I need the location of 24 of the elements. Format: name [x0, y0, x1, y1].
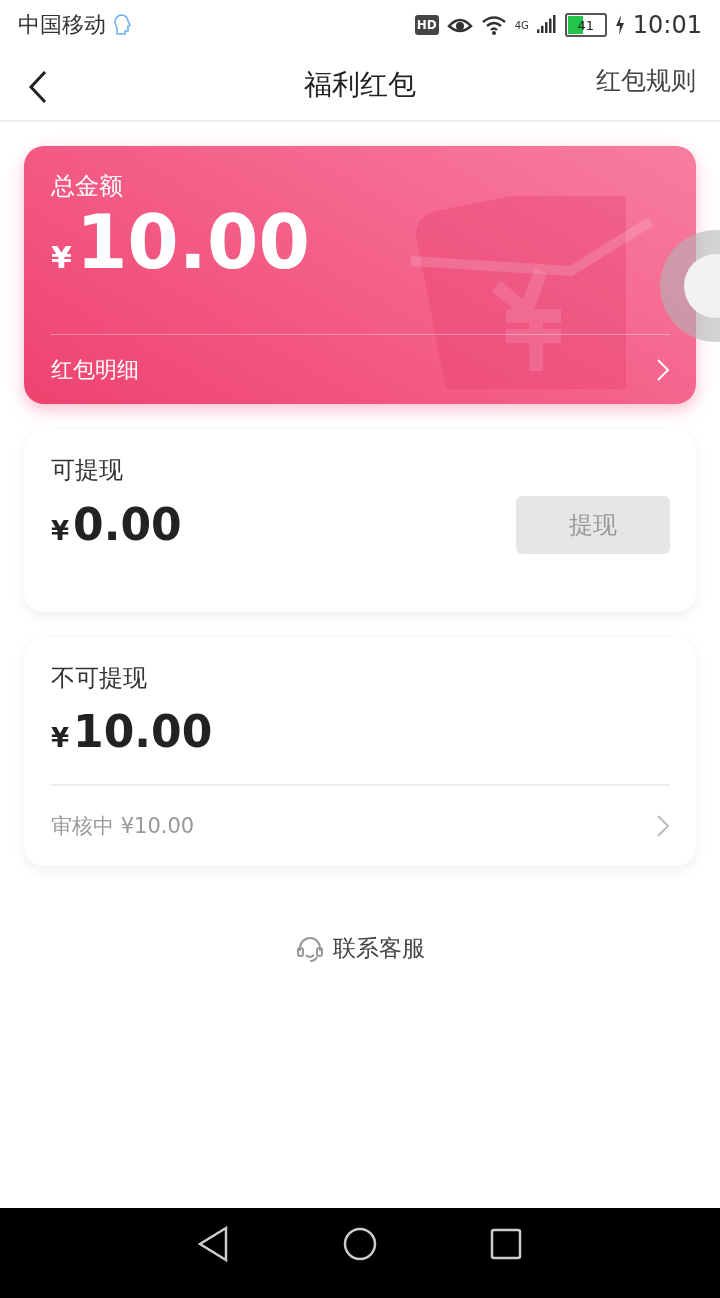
- signal-icon: [536, 15, 557, 35]
- total-amount: 10.00: [75, 202, 310, 284]
- assistant-icon: [112, 13, 132, 37]
- currency-symbol: ¥: [51, 515, 70, 546]
- chevron-right-icon: [656, 814, 670, 839]
- currency-symbol: ¥: [51, 240, 72, 275]
- network-type: 4G: [514, 19, 529, 31]
- contact-service-button[interactable]: 联系客服: [289, 932, 431, 966]
- currency-symbol: ¥: [51, 723, 70, 753]
- wifi-icon: [480, 15, 507, 35]
- non-withdrawable-amount: 10.00: [73, 708, 213, 757]
- carrier-name: 中国移动: [18, 11, 106, 39]
- withdrawable-label: 可提现: [51, 455, 124, 486]
- withdrawable-amount: 0.00: [73, 500, 182, 550]
- total-label: 总金额: [51, 171, 124, 202]
- hd-indicator: HD: [414, 15, 439, 35]
- pending-review-link[interactable]: 审核中 ¥10.00: [51, 784, 670, 867]
- clock-time: 10:01: [632, 11, 702, 39]
- chevron-right-icon: [656, 357, 670, 382]
- rules-link[interactable]: 红包规则: [596, 60, 696, 101]
- non-withdrawable-label: 不可提现: [51, 663, 148, 694]
- charging-icon: [614, 15, 625, 35]
- detail-link[interactable]: 红包明细: [51, 334, 670, 404]
- page-title: 福利红包: [304, 67, 416, 103]
